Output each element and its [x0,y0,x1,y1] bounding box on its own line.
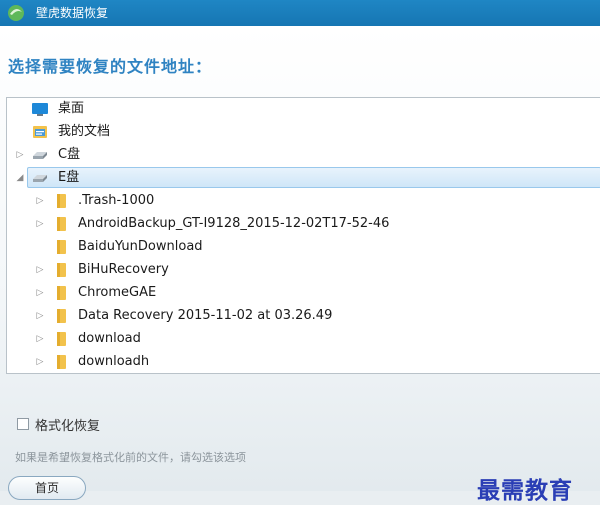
expand-arrow-icon[interactable]: ▷ [35,351,45,373]
expand-arrow-icon[interactable]: ▷ [35,213,45,235]
folder-icon [51,282,69,304]
expand-arrow-icon[interactable]: ▷ [35,305,45,327]
tree-item[interactable]: ▷ ChromeGAE [7,282,600,304]
tree-item[interactable]: ◢ E盘 [7,167,600,189]
tree-item-label: AndroidBackup_GT-I9128_2015-12-02T17-52-… [78,216,390,231]
expand-arrow-icon[interactable]: ▷ [35,190,45,212]
folder-icon [51,351,69,373]
tree-item-label: BaiduYunDownload [78,239,203,254]
documents-icon [31,121,49,143]
tree-item-label: .Trash-1000 [78,193,155,208]
folder-icon [51,328,69,350]
expand-arrow-icon[interactable]: ▷ [15,144,25,166]
tree-item[interactable]: ▷ .Trash-1000 [7,190,600,212]
tree-item-label: 桌面 [58,101,85,116]
folder-icon [51,213,69,235]
main-panel: 选择需要恢复的文件地址： 桌面我的文档 ▷ C盘 ◢ E盘 ▷ .Trash-1000 ▷ An… [0,26,600,504]
tree-item-label: downloadh [78,354,150,369]
expand-arrow-icon[interactable]: ▷ [35,282,45,304]
tree-item[interactable]: ▷ downloadh [7,351,600,373]
title-bar: 壁虎数据恢复 [0,0,600,26]
tree-item-label: BiHuRecovery [78,262,169,277]
page-heading: 选择需要恢复的文件地址： [8,57,213,76]
watermark-logo: 最需教育 [477,477,573,504]
expand-arrow-icon[interactable]: ▷ [35,328,45,350]
tree-item-label: C盘 [58,147,81,162]
tree-item[interactable]: ▷ C盘 [7,144,600,166]
drive-icon [31,144,49,166]
tree-item[interactable]: ▷ download [7,328,600,350]
folder-icon [51,236,69,258]
tree-item-label: E盘 [58,170,80,185]
format-recovery-checkbox[interactable] [17,418,29,430]
expand-arrow-icon[interactable]: ▷ [35,259,45,281]
tree-item[interactable]: BaiduYunDownload [7,236,600,258]
window-title: 壁虎数据恢复 [36,6,109,20]
tree-item[interactable]: ▷ Data Recovery 2015-11-02 at 03.26.49 [7,305,600,327]
home-button[interactable]: 首页 [8,476,86,500]
tree-item-label: ChromeGAE [78,285,157,300]
selection-highlight [27,167,600,188]
desktop-icon [31,98,49,120]
folder-icon [51,305,69,327]
tree-item[interactable]: 我的文档 [7,121,600,143]
tree-item[interactable]: ▷ AndroidBackup_GT-I9128_2015-12-02T17-52… [7,213,600,235]
tree-item[interactable]: ▷ BiHuRecovery [7,259,600,281]
tree-item[interactable]: 桌面 [7,98,600,120]
tree-item-label: Data Recovery 2015-11-02 at 03.26.49 [78,308,333,323]
tree-item-label: 我的文档 [58,124,111,139]
folder-icon [51,259,69,281]
format-recovery-label[interactable]: 格式化恢复 [35,415,100,434]
app-logo-icon [8,5,24,21]
folder-tree[interactable]: 桌面我的文档 ▷ C盘 ◢ E盘 ▷ .Trash-1000 ▷ AndroidBackup_G… [6,97,600,374]
format-recovery-hint: 如果是希望恢复格式化前的文件，请勾选该选项 [15,451,246,464]
folder-icon [51,190,69,212]
expanded-arrow-icon[interactable]: ◢ [15,167,25,189]
drive-icon [31,167,49,189]
tree-item-label: download [78,331,141,346]
